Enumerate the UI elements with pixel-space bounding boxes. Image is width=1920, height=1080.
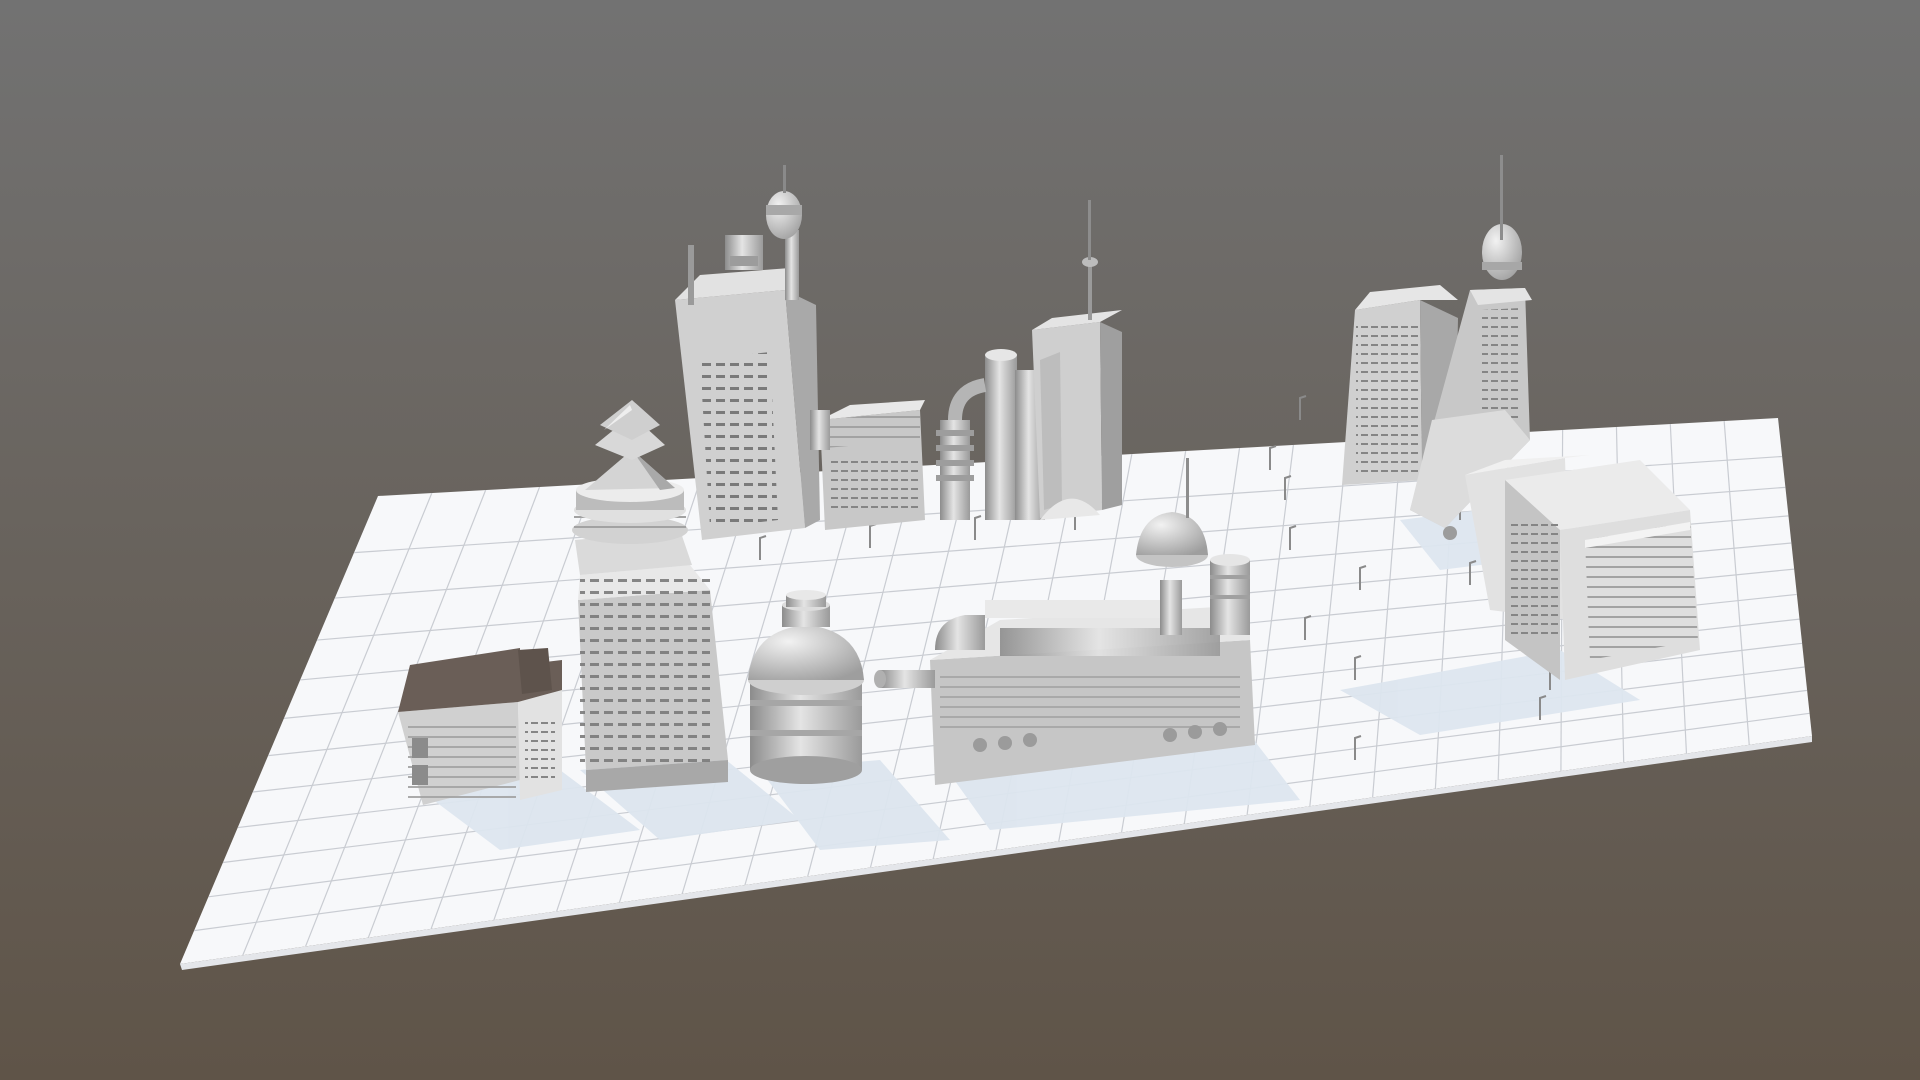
city-model-scene[interactable]: [0, 0, 1920, 1080]
office-block-brown-roof[interactable]: [398, 648, 562, 805]
3d-viewport[interactable]: [0, 0, 1920, 1080]
